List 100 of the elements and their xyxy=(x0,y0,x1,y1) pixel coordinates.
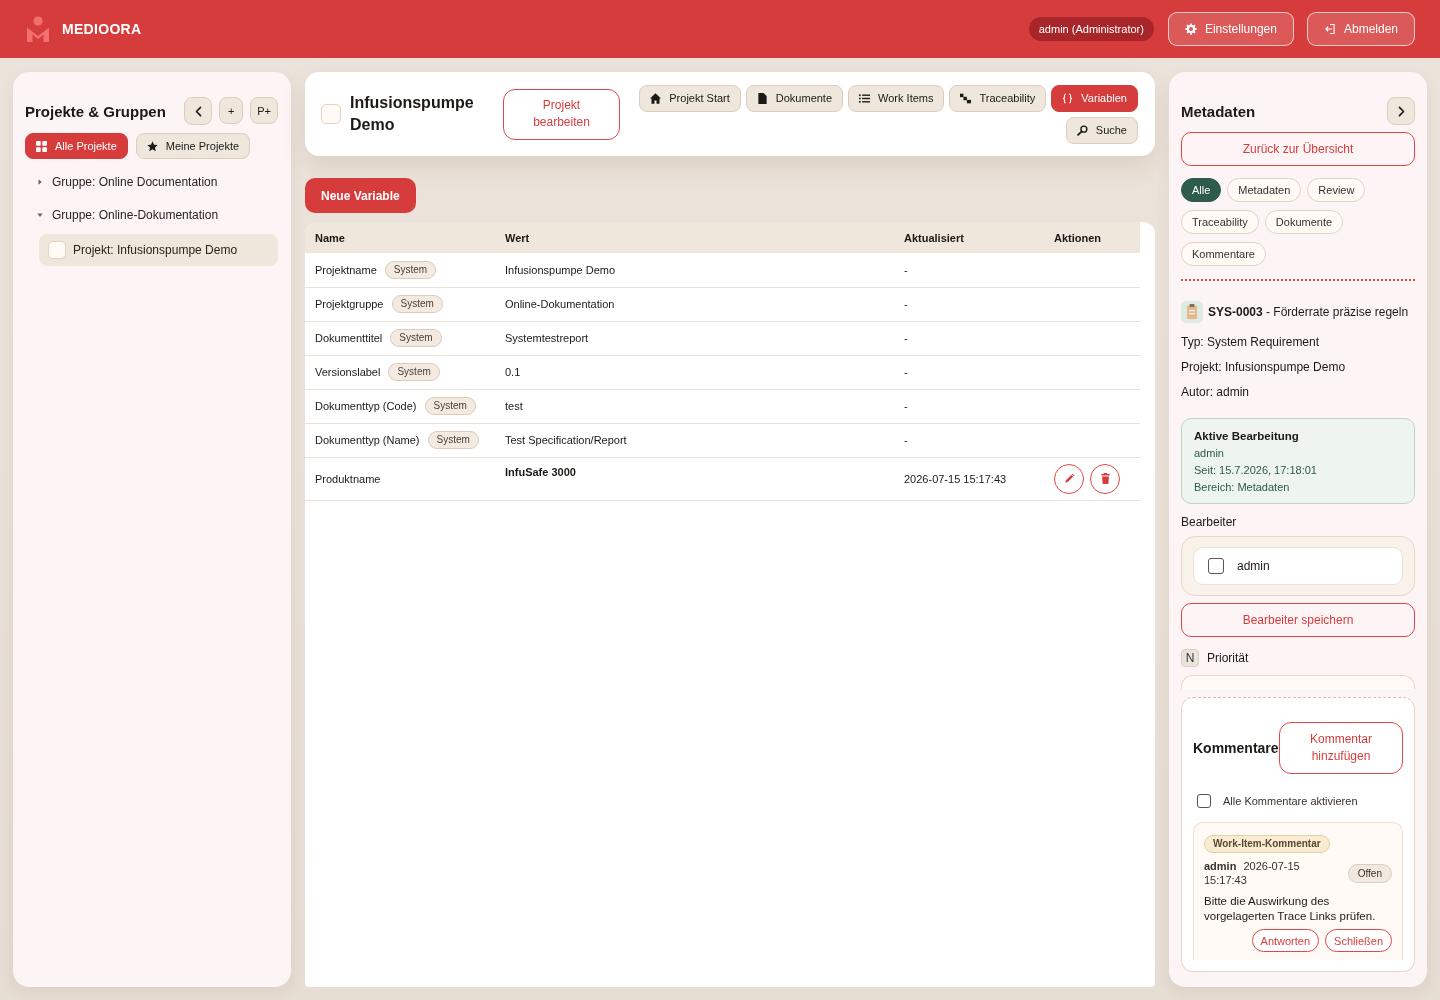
filter-chip[interactable]: Dokumente xyxy=(1264,210,1344,234)
tool-button[interactable]: P+ xyxy=(250,97,278,124)
comment-action-button[interactable]: Antworten xyxy=(1251,929,1320,952)
save-editors-button[interactable]: Bearbeiter speichern xyxy=(1181,603,1415,637)
table-cell: 0.1 xyxy=(495,355,894,389)
editor-name: admin xyxy=(1237,559,1270,573)
tree-item[interactable]: Projekt: Infusionspumpe Demo xyxy=(39,234,278,266)
field-label: Bearbeiter xyxy=(1181,514,1238,530)
system-tag: System xyxy=(424,397,476,415)
home-icon xyxy=(650,92,662,104)
system-tag: System xyxy=(384,260,437,279)
table-cell: Infusionspumpe Demo xyxy=(495,253,894,287)
checkbox-label: Alle Kommentare aktivieren xyxy=(1223,795,1358,807)
comment-action-button[interactable]: Schließen xyxy=(1325,929,1392,952)
variable-name: Produktname xyxy=(315,472,381,485)
collapse-button[interactable] xyxy=(184,97,213,125)
active-editing-title: Aktive Bearbeitung xyxy=(1194,429,1300,444)
tree-item[interactable]: Gruppe: Online-Dokumentation xyxy=(25,203,278,227)
variable-name: Versionslabel xyxy=(315,366,381,378)
panel-title: Metadaten xyxy=(1181,102,1256,120)
column-header: Wert xyxy=(495,222,894,253)
filter-chip[interactable]: Traceability xyxy=(1181,210,1259,234)
back-button[interactable]: Zurück zur Übersicht xyxy=(1181,132,1415,166)
nav-tab[interactable]: Work Items xyxy=(848,84,945,112)
tool-button[interactable]: + xyxy=(219,97,244,124)
nav-tab[interactable]: Variablen xyxy=(1051,84,1138,112)
variable-name: Projektgruppe xyxy=(315,298,384,310)
detail-text: Autor: admin xyxy=(1181,384,1251,401)
pencil-icon xyxy=(1063,473,1075,484)
variable-name: Dokumenttyp (Name) xyxy=(315,434,420,446)
comment-meta: admin 2026-07-15 15:17:43 xyxy=(1204,859,1301,887)
star-icon xyxy=(146,140,158,152)
logout-button[interactable]: Abmelden xyxy=(1306,12,1415,46)
comment-text: Bitte die Auswirkung des vorgelagerten Trace Links prüfen. xyxy=(1204,894,1377,924)
person-logo-icon xyxy=(26,16,50,42)
column-header: Aktualisiert xyxy=(894,222,1044,253)
panel-title: Projekte & Gruppen xyxy=(25,102,166,120)
system-tag: System xyxy=(390,329,442,347)
nav-tab[interactable]: Projekt Start xyxy=(639,84,741,112)
edit-project-button[interactable]: Projekt bearbeiten xyxy=(503,88,620,140)
table-cell: Systemtestreport xyxy=(495,321,894,355)
table-cell: - xyxy=(894,321,1044,355)
editor-option[interactable]: admin xyxy=(1193,547,1403,585)
nav-tab[interactable]: Dokumente xyxy=(745,84,844,112)
system-tag: System xyxy=(391,295,443,313)
checkbox[interactable] xyxy=(1197,794,1211,808)
settings-button[interactable]: Einstellungen xyxy=(1167,12,1294,46)
nav-tab[interactable]: Suche xyxy=(1065,116,1138,144)
table-cell: - xyxy=(894,389,1044,423)
column-header: Name xyxy=(305,222,495,253)
logout-icon xyxy=(1323,23,1336,35)
work-item-title: SYS-0003 - Förderrate präzise regeln xyxy=(1208,305,1409,319)
table-cell: - xyxy=(894,287,1044,321)
table-cell: Online-Dokumentation xyxy=(495,287,894,321)
variable-name: Dokumenttitel xyxy=(315,332,383,344)
table-cell: test xyxy=(495,389,894,423)
column-header: Aktionen xyxy=(1044,222,1140,253)
table-cell: - xyxy=(894,423,1044,457)
table-cell: - xyxy=(894,355,1044,389)
user-role-badge: admin (Administrator) xyxy=(1028,17,1154,41)
chevron-right-icon xyxy=(1396,104,1406,118)
checkbox[interactable] xyxy=(1208,558,1224,574)
comments-title: Kommentare xyxy=(1193,740,1279,756)
filter-chip[interactable]: Kommentare xyxy=(1181,242,1266,266)
chevron-left-icon xyxy=(193,104,203,118)
expand-button[interactable] xyxy=(1387,97,1415,125)
edit-button[interactable] xyxy=(1054,463,1084,494)
search-icon xyxy=(1076,124,1088,136)
list-icon xyxy=(859,92,871,104)
field-label: Priorität xyxy=(1207,651,1249,665)
braces-icon xyxy=(1062,92,1074,104)
table-cell: InfuSafe 3000 xyxy=(495,457,894,500)
document-icon xyxy=(756,92,768,104)
nav-tab[interactable]: Traceability xyxy=(949,84,1047,112)
status-pill: Offen xyxy=(1347,863,1392,883)
active-editing-text: Bereich: Metadaten xyxy=(1194,480,1291,495)
table-cell: 2026-07-15 15:17:43 xyxy=(894,457,1044,500)
filter-chip[interactable]: Metadaten xyxy=(1227,178,1302,202)
delete-button[interactable] xyxy=(1090,463,1120,494)
trash-icon xyxy=(1099,473,1111,484)
clipboard-icon xyxy=(1181,301,1203,323)
filter-tab[interactable]: Alle Projekte xyxy=(25,133,128,159)
tree-item[interactable]: Gruppe: Online Documentation xyxy=(25,170,278,194)
project-title: Infusionspumpe Demo xyxy=(350,93,475,135)
priority-badge: N xyxy=(1181,649,1199,667)
add-comment-button[interactable]: Kommentar hinzufügen xyxy=(1279,722,1403,774)
filter-chip[interactable]: Alle xyxy=(1181,178,1222,202)
brand-name: MEDIOORA xyxy=(62,21,142,37)
comment-type-tag: Work-Item-Kommentar xyxy=(1204,835,1330,853)
system-tag: System xyxy=(388,363,440,381)
detail-text: Typ: System Requirement xyxy=(1181,334,1321,351)
system-tag: System xyxy=(427,431,479,449)
priority-field[interactable] xyxy=(1181,675,1415,689)
steps-icon xyxy=(960,92,972,104)
new-variable-button[interactable]: Neue Variable xyxy=(305,178,416,213)
filter-tab[interactable]: Meine Projekte xyxy=(135,133,251,159)
variable-name: Dokumenttyp (Code) xyxy=(315,400,417,412)
gear-icon xyxy=(1184,23,1197,35)
table-cell: Test Specification/Report xyxy=(495,423,894,457)
filter-chip[interactable]: Review xyxy=(1307,178,1366,202)
